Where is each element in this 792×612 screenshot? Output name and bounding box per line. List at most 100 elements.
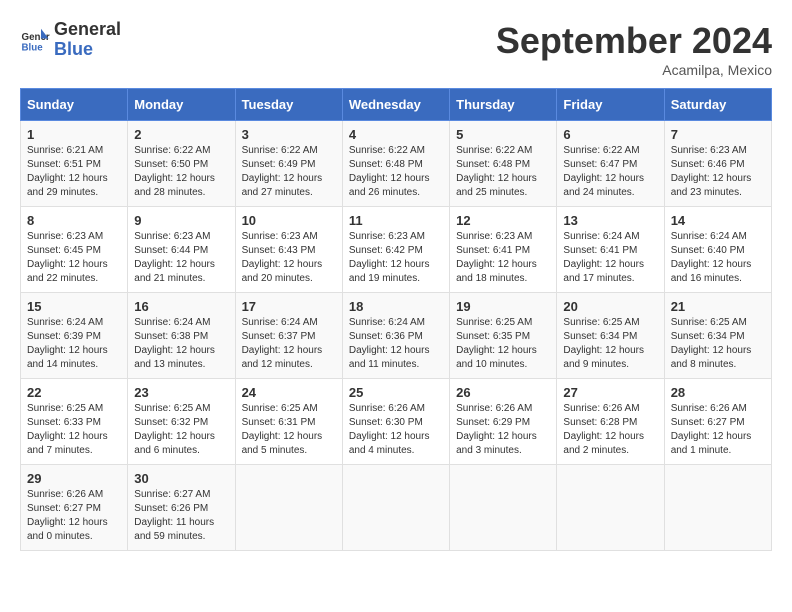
- day-cell-4-0: 29Sunrise: 6:26 AM Sunset: 6:27 PM Dayli…: [21, 465, 128, 551]
- day-number: 1: [27, 127, 121, 142]
- logo: General Blue General Blue: [20, 20, 121, 60]
- day-cell-0-5: 6Sunrise: 6:22 AM Sunset: 6:47 PM Daylig…: [557, 121, 664, 207]
- week-row-4: 22Sunrise: 6:25 AM Sunset: 6:33 PM Dayli…: [21, 379, 772, 465]
- day-cell-2-1: 16Sunrise: 6:24 AM Sunset: 6:38 PM Dayli…: [128, 293, 235, 379]
- header-sunday: Sunday: [21, 89, 128, 121]
- day-number: 17: [242, 299, 336, 314]
- day-number: 26: [456, 385, 550, 400]
- day-number: 20: [563, 299, 657, 314]
- day-cell-1-1: 9Sunrise: 6:23 AM Sunset: 6:44 PM Daylig…: [128, 207, 235, 293]
- day-info: Sunrise: 6:23 AM Sunset: 6:46 PM Dayligh…: [671, 144, 765, 200]
- day-cell-2-3: 18 Sunrise: 6:24 AM Sunset: 6:36 PM Dayli…: [342, 293, 449, 379]
- day-info: Sunrise: 6:25 AM Sunset: 6:33 PM Dayligh…: [27, 402, 121, 458]
- day-number: 12: [456, 213, 550, 228]
- day-number: 28: [671, 385, 765, 400]
- day-cell-2-5: 20Sunrise: 6:25 AM Sunset: 6:34 PM Dayli…: [557, 293, 664, 379]
- day-info: Sunrise: 6:26 AM Sunset: 6:29 PM Dayligh…: [456, 402, 550, 458]
- day-cell-3-5: 27 Sunrise: 6:26 AM Sunset: 6:28 PM Dayli…: [557, 379, 664, 465]
- day-info: Sunrise: 6:24 AM Sunset: 6:37 PM Dayligh…: [242, 316, 336, 372]
- day-cell-3-2: 24 Sunrise: 6:25 AM Sunset: 6:31 PM Dayli…: [235, 379, 342, 465]
- header-tuesday: Tuesday: [235, 89, 342, 121]
- day-cell-2-0: 15 Sunrise: 6:24 AM Sunset: 6:39 PM Dayli…: [21, 293, 128, 379]
- day-number: 2: [134, 127, 228, 142]
- day-info: Sunrise: 6:25 AM Sunset: 6:35 PM Dayligh…: [456, 316, 550, 372]
- svg-text:Blue: Blue: [22, 42, 44, 53]
- day-info: Sunrise: 6:22 AM Sunset: 6:48 PM Dayligh…: [456, 144, 550, 200]
- day-cell-0-1: 2Sunrise: 6:22 AM Sunset: 6:50 PM Daylig…: [128, 121, 235, 207]
- day-cell-3-6: 28 Sunrise: 6:26 AM Sunset: 6:27 PM Dayli…: [664, 379, 771, 465]
- day-number: 13: [563, 213, 657, 228]
- day-info: Sunrise: 6:23 AM Sunset: 6:43 PM Dayligh…: [242, 230, 336, 286]
- logo-text: General Blue: [54, 20, 121, 60]
- day-number: 15: [27, 299, 121, 314]
- day-info: Sunrise: 6:26 AM Sunset: 6:28 PM Dayligh…: [563, 402, 657, 458]
- day-info: Sunrise: 6:26 AM Sunset: 6:30 PM Dayligh…: [349, 402, 443, 458]
- day-info: Sunrise: 6:22 AM Sunset: 6:47 PM Dayligh…: [563, 144, 657, 200]
- day-info: Sunrise: 6:22 AM Sunset: 6:48 PM Dayligh…: [349, 144, 443, 200]
- day-number: 27: [563, 385, 657, 400]
- day-number: 30: [134, 471, 228, 486]
- day-number: 11: [349, 213, 443, 228]
- day-cell-4-1: 30 Sunrise: 6:27 AM Sunset: 6:26 PM Dayli…: [128, 465, 235, 551]
- day-cell-1-2: 10 Sunrise: 6:23 AM Sunset: 6:43 PM Dayli…: [235, 207, 342, 293]
- header-monday: Monday: [128, 89, 235, 121]
- day-info: Sunrise: 6:23 AM Sunset: 6:45 PM Dayligh…: [27, 230, 121, 286]
- day-cell-1-0: 8 Sunrise: 6:23 AM Sunset: 6:45 PM Daylig…: [21, 207, 128, 293]
- title-area: September 2024 Acamilpa, Mexico: [496, 20, 772, 78]
- day-info: Sunrise: 6:24 AM Sunset: 6:39 PM Dayligh…: [27, 316, 121, 372]
- week-row-2: 8 Sunrise: 6:23 AM Sunset: 6:45 PM Daylig…: [21, 207, 772, 293]
- day-info: Sunrise: 6:24 AM Sunset: 6:36 PM Dayligh…: [349, 316, 443, 372]
- day-cell-1-5: 13 Sunrise: 6:24 AM Sunset: 6:41 PM Dayli…: [557, 207, 664, 293]
- day-info: Sunrise: 6:25 AM Sunset: 6:32 PM Dayligh…: [134, 402, 228, 458]
- day-number: 19: [456, 299, 550, 314]
- day-cell-3-0: 22Sunrise: 6:25 AM Sunset: 6:33 PM Dayli…: [21, 379, 128, 465]
- day-cell-3-4: 26 Sunrise: 6:26 AM Sunset: 6:29 PM Dayli…: [450, 379, 557, 465]
- day-info: Sunrise: 6:25 AM Sunset: 6:31 PM Dayligh…: [242, 402, 336, 458]
- day-cell-0-0: 1Sunrise: 6:21 AM Sunset: 6:51 PM Daylig…: [21, 121, 128, 207]
- day-info: Sunrise: 6:24 AM Sunset: 6:40 PM Dayligh…: [671, 230, 765, 286]
- day-cell-1-4: 12 Sunrise: 6:23 AM Sunset: 6:41 PM Dayli…: [450, 207, 557, 293]
- header-thursday: Thursday: [450, 89, 557, 121]
- day-number: 23: [134, 385, 228, 400]
- day-info: Sunrise: 6:23 AM Sunset: 6:41 PM Dayligh…: [456, 230, 550, 286]
- day-cell-0-4: 5 Sunrise: 6:22 AM Sunset: 6:48 PM Daylig…: [450, 121, 557, 207]
- day-number: 21: [671, 299, 765, 314]
- logo-icon: General Blue: [20, 25, 50, 55]
- day-cell-4-6: [664, 465, 771, 551]
- week-row-1: 1Sunrise: 6:21 AM Sunset: 6:51 PM Daylig…: [21, 121, 772, 207]
- day-info: Sunrise: 6:26 AM Sunset: 6:27 PM Dayligh…: [27, 488, 121, 544]
- day-info: Sunrise: 6:22 AM Sunset: 6:49 PM Dayligh…: [242, 144, 336, 200]
- day-info: Sunrise: 6:27 AM Sunset: 6:26 PM Dayligh…: [134, 488, 228, 544]
- location: Acamilpa, Mexico: [496, 62, 772, 78]
- day-cell-1-6: 14 Sunrise: 6:24 AM Sunset: 6:40 PM Dayli…: [664, 207, 771, 293]
- calendar-table: SundayMondayTuesdayWednesdayThursdayFrid…: [20, 88, 772, 551]
- day-cell-3-1: 23 Sunrise: 6:25 AM Sunset: 6:32 PM Dayli…: [128, 379, 235, 465]
- page-header: General Blue General Blue September 2024…: [20, 20, 772, 78]
- week-row-5: 29Sunrise: 6:26 AM Sunset: 6:27 PM Dayli…: [21, 465, 772, 551]
- day-number: 16: [134, 299, 228, 314]
- day-number: 3: [242, 127, 336, 142]
- day-info: Sunrise: 6:24 AM Sunset: 6:41 PM Dayligh…: [563, 230, 657, 286]
- day-cell-4-5: [557, 465, 664, 551]
- day-number: 4: [349, 127, 443, 142]
- day-number: 5: [456, 127, 550, 142]
- header-saturday: Saturday: [664, 89, 771, 121]
- day-cell-4-3: [342, 465, 449, 551]
- header-friday: Friday: [557, 89, 664, 121]
- day-cell-0-3: 4 Sunrise: 6:22 AM Sunset: 6:48 PM Daylig…: [342, 121, 449, 207]
- day-number: 14: [671, 213, 765, 228]
- day-cell-0-6: 7Sunrise: 6:23 AM Sunset: 6:46 PM Daylig…: [664, 121, 771, 207]
- day-cell-4-4: [450, 465, 557, 551]
- day-number: 10: [242, 213, 336, 228]
- day-number: 24: [242, 385, 336, 400]
- day-info: Sunrise: 6:23 AM Sunset: 6:42 PM Dayligh…: [349, 230, 443, 286]
- day-cell-2-2: 17 Sunrise: 6:24 AM Sunset: 6:37 PM Dayli…: [235, 293, 342, 379]
- week-row-3: 15 Sunrise: 6:24 AM Sunset: 6:39 PM Dayli…: [21, 293, 772, 379]
- day-cell-4-2: [235, 465, 342, 551]
- day-number: 8: [27, 213, 121, 228]
- day-cell-3-3: 25 Sunrise: 6:26 AM Sunset: 6:30 PM Dayli…: [342, 379, 449, 465]
- day-number: 18: [349, 299, 443, 314]
- day-info: Sunrise: 6:23 AM Sunset: 6:44 PM Dayligh…: [134, 230, 228, 286]
- day-info: Sunrise: 6:26 AM Sunset: 6:27 PM Dayligh…: [671, 402, 765, 458]
- day-number: 25: [349, 385, 443, 400]
